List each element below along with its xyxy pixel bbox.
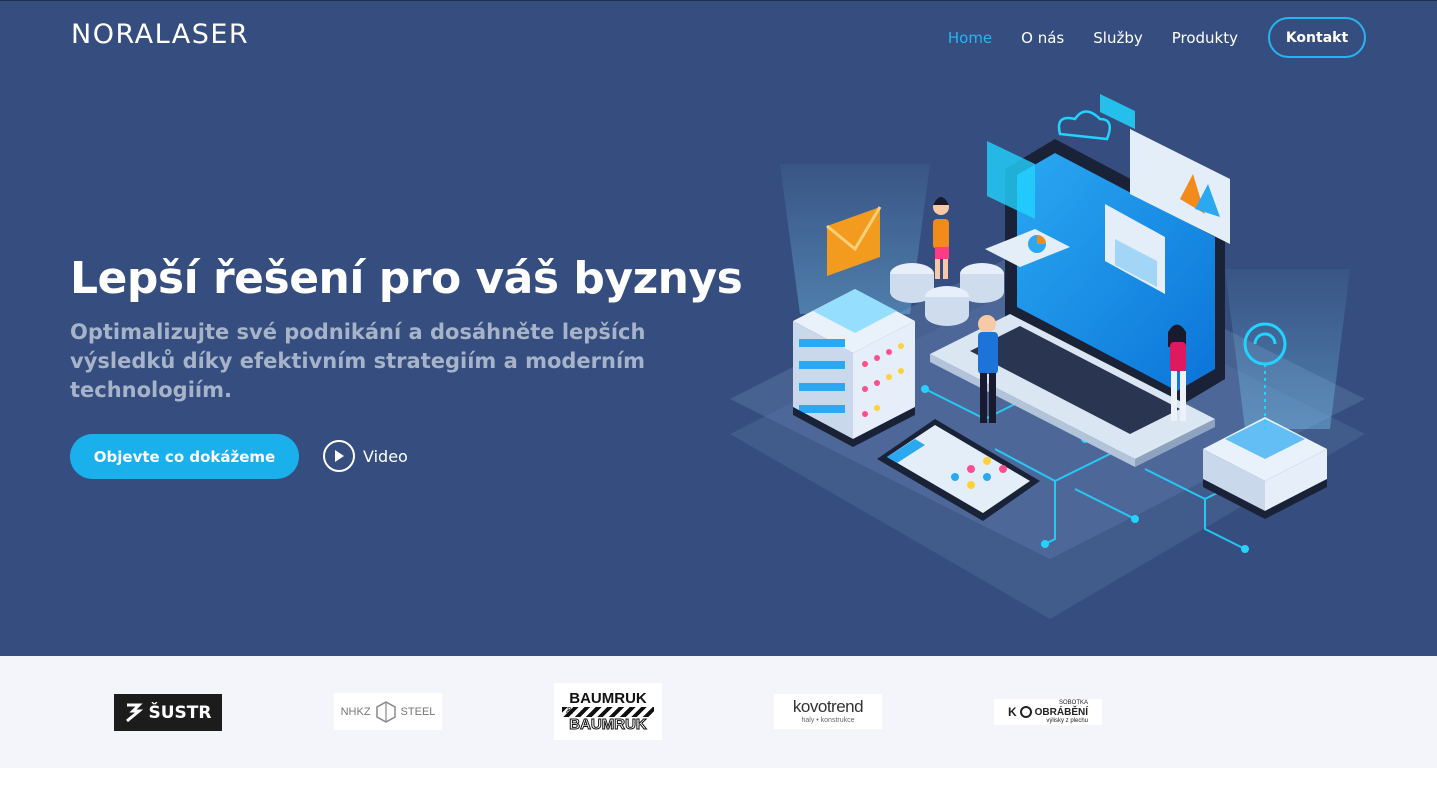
nav-item-sluzby[interactable]: Služby <box>1093 29 1142 47</box>
client-logo-baumruk: BAUMRUK & BAUMRUK <box>554 683 662 740</box>
client-logo-textblock: SOBOTKA OBRÁBĚNÍ výlisky z plechu <box>1035 699 1088 725</box>
site-logo[interactable]: NORALASER <box>71 19 249 50</box>
hero-subtitle: Optimalizujte své podnikání a dosáhněte … <box>70 320 646 402</box>
client-logo-text: výlisky z plechu <box>1046 717 1088 724</box>
sustr-mark-icon <box>125 703 143 722</box>
client-logo-text: OBRÁBĚNÍ <box>1034 706 1088 718</box>
client-logo-sobotka: K SOBOTKA OBRÁBĚNÍ výlisky z plechu <box>994 699 1102 725</box>
discover-button[interactable]: Objevte co dokážeme <box>70 434 299 479</box>
client-logo-text: BAUMRUK <box>569 689 647 707</box>
hexagon-icon <box>375 700 396 723</box>
hero-section: NORALASER Home O nás Služby Produkty Kon… <box>0 0 1437 656</box>
client-logo-sustr: ŠUSTR <box>114 694 222 731</box>
client-logo-text: & <box>562 706 654 717</box>
play-icon <box>323 440 355 472</box>
client-logo-nhkz-steel: NHKZ STEEL <box>334 693 442 730</box>
gear-icon <box>1019 706 1032 718</box>
contact-button[interactable]: Kontakt <box>1268 17 1366 58</box>
client-logo-text: K <box>1007 705 1017 719</box>
main-nav: Home O nás Služby Produkty Kontakt <box>919 17 1366 58</box>
client-logo-text: kovotrend <box>792 697 864 716</box>
client-logos-bar: ŠUSTR NHKZ STEEL BAUMRUK & BAUMRUK kovot… <box>0 656 1437 768</box>
isometric-tech-illustration-icon <box>730 94 1365 619</box>
client-logo-text: NHKZ <box>340 705 371 718</box>
video-button[interactable]: Video <box>323 440 408 472</box>
hero-title: Lepší řešení pro váš byznys <box>70 253 743 304</box>
nav-item-o-nas[interactable]: O nás <box>1021 29 1064 47</box>
client-logo-text: BAUMRUK <box>569 715 647 733</box>
nav-item-produkty[interactable]: Produkty <box>1172 29 1238 47</box>
client-logo-kovotrend: kovotrend haly • konstrukce <box>774 694 882 729</box>
client-logo-text: STEEL <box>400 705 436 718</box>
client-logo-text: ŠUSTR <box>148 702 212 723</box>
nav-item-home[interactable]: Home <box>948 29 992 47</box>
video-button-label: Video <box>363 446 408 466</box>
client-logo-text: haly • konstrukce <box>801 717 855 724</box>
